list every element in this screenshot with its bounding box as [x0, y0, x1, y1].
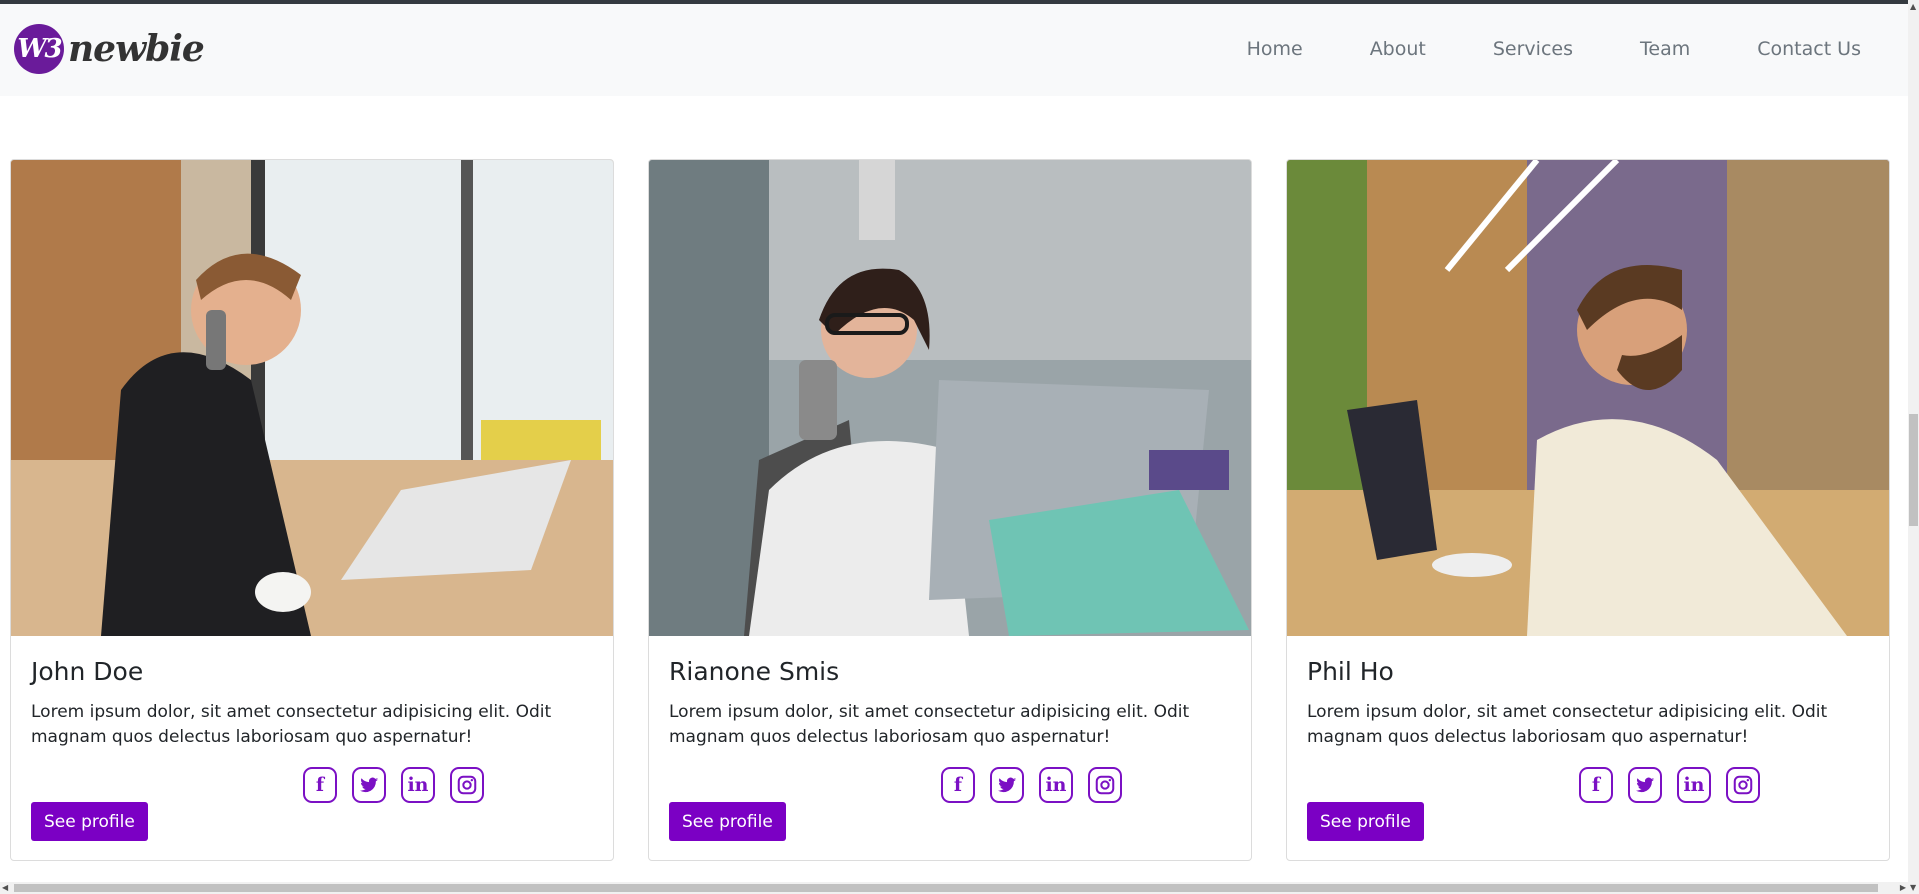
social-links: f in	[941, 767, 1137, 803]
member-name: Phil Ho	[1307, 657, 1394, 686]
team-photo	[649, 160, 1251, 636]
social-links: f in	[1579, 767, 1775, 803]
linkedin-icon[interactable]: in	[1677, 767, 1711, 803]
nav-home[interactable]: Home	[1247, 38, 1303, 60]
member-name: John Doe	[31, 657, 144, 686]
team-photo	[1287, 160, 1889, 636]
member-bio: Lorem ipsum dolor, sit amet consectetur …	[669, 702, 1190, 747]
nav-about[interactable]: About	[1370, 38, 1426, 60]
card-body: Rianone Smis Lorem ipsum dolor, sit amet…	[669, 657, 1231, 750]
see-profile-button[interactable]: See profile	[669, 802, 786, 841]
see-profile-button[interactable]: See profile	[31, 802, 148, 841]
linkedin-icon[interactable]: in	[1039, 767, 1073, 803]
member-bio: Lorem ipsum dolor, sit amet consectetur …	[31, 702, 552, 747]
instagram-icon[interactable]	[1088, 767, 1122, 803]
card-body: John Doe Lorem ipsum dolor, sit amet con…	[31, 657, 593, 750]
team-card-phil-ho: Phil Ho Lorem ipsum dolor, sit amet cons…	[1286, 159, 1890, 861]
scroll-up-icon[interactable]: ▲	[1910, 2, 1916, 11]
instagram-icon[interactable]	[450, 767, 484, 803]
member-bio: Lorem ipsum dolor, sit amet consectetur …	[1307, 702, 1828, 747]
member-name: Rianone Smis	[669, 657, 840, 686]
facebook-icon[interactable]: f	[1579, 767, 1613, 803]
twitter-icon[interactable]	[1628, 767, 1662, 803]
see-profile-button[interactable]: See profile	[1307, 802, 1424, 841]
linkedin-icon[interactable]: in	[401, 767, 435, 803]
nav-contact-us[interactable]: Contact Us	[1757, 38, 1861, 60]
horizontal-scrollbar-thumb[interactable]	[14, 884, 1878, 892]
twitter-icon[interactable]	[352, 767, 386, 803]
team-card-rianone-smis: Rianone Smis Lorem ipsum dolor, sit amet…	[648, 159, 1252, 861]
main-nav: Home About Services Team Contact Us	[1247, 38, 1861, 60]
vertical-scrollbar-thumb[interactable]	[1909, 414, 1918, 526]
horizontal-scrollbar[interactable]: ◀ ▶	[0, 882, 1908, 894]
social-links: f in	[303, 767, 499, 803]
facebook-icon[interactable]: f	[303, 767, 337, 803]
nav-services[interactable]: Services	[1493, 38, 1573, 60]
navbar: W3 newbie Home About Services Team Conta…	[0, 4, 1908, 96]
brand-name: newbie	[68, 28, 205, 70]
brand-logo[interactable]: W3 newbie	[14, 24, 205, 74]
team-photo	[11, 160, 613, 636]
instagram-icon[interactable]	[1726, 767, 1760, 803]
brand-mark: W3	[14, 24, 64, 74]
nav-team[interactable]: Team	[1640, 38, 1690, 60]
card-body: Phil Ho Lorem ipsum dolor, sit amet cons…	[1307, 657, 1869, 750]
scroll-down-icon[interactable]: ▼	[1910, 883, 1916, 892]
vertical-scrollbar[interactable]: ▲ ▼	[1908, 0, 1919, 894]
team-card-john-doe: John Doe Lorem ipsum dolor, sit amet con…	[10, 159, 614, 861]
scroll-right-icon[interactable]: ▶	[1900, 883, 1906, 892]
facebook-icon[interactable]: f	[941, 767, 975, 803]
twitter-icon[interactable]	[990, 767, 1024, 803]
scroll-left-icon[interactable]: ◀	[2, 883, 8, 892]
